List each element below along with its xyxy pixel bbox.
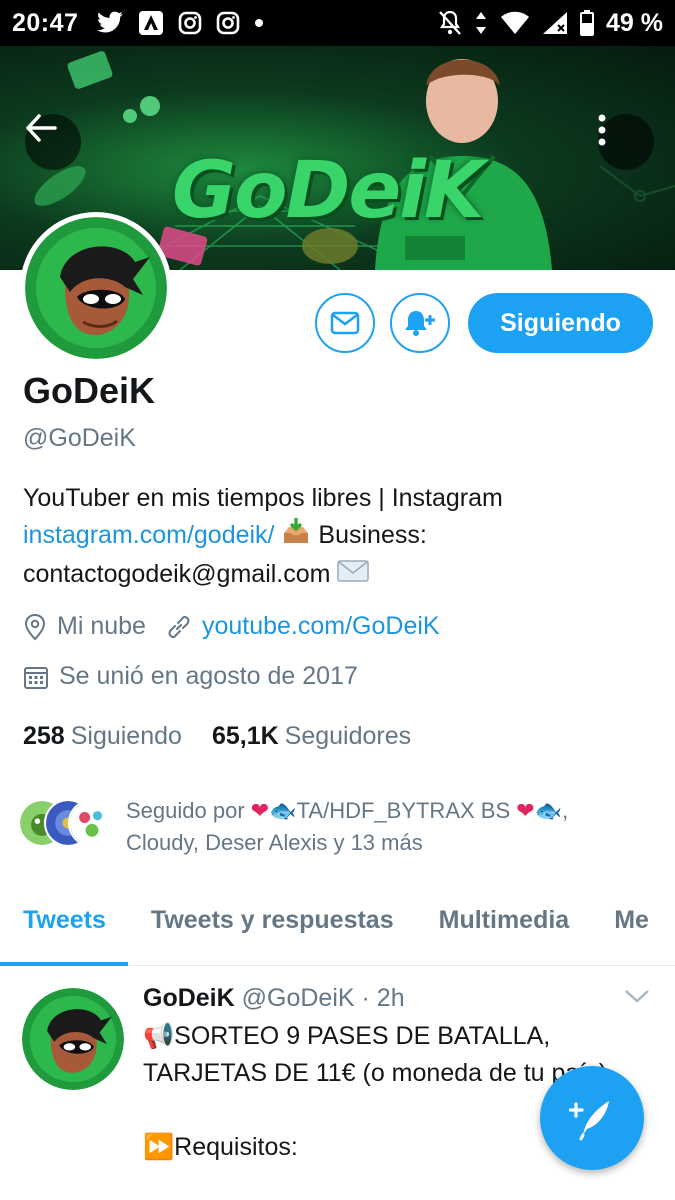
megaphone-icon: 📢	[143, 1022, 175, 1050]
profile-bio: YouTuber en mis tiempos libres | Instagr…	[23, 480, 653, 594]
following-count: 258	[23, 722, 65, 750]
followed-by-text: Seguido por ❤🐟TA/HDF_BYTRAX BS ❤🐟, Cloud…	[126, 798, 569, 855]
profile-joined-date: Se unió en agosto de 2017	[59, 662, 358, 690]
follower-avatar-3	[68, 799, 116, 847]
more-options-button[interactable]	[598, 114, 654, 170]
bell-plus-icon	[405, 311, 435, 336]
tweet-requisitos: Requisitos:	[174, 1133, 298, 1161]
tweet-avatar-image	[22, 988, 124, 1090]
followed-by-avatars	[18, 795, 118, 847]
following-button[interactable]: Siguiendo	[468, 293, 653, 353]
signal-icon	[542, 11, 568, 35]
envelope-emoji-icon	[337, 557, 370, 594]
followers-stat[interactable]: 65,1K Seguidores	[212, 722, 411, 751]
followed-by-prefix: Seguido por	[126, 798, 251, 823]
fish-icon: 🐟	[269, 798, 297, 823]
tab-media[interactable]: Multimedia	[416, 888, 592, 965]
more-notifications-dot-icon	[254, 18, 264, 28]
followers-label: Seguidores	[284, 722, 412, 750]
profile-meta-joined-row: Se unió en agosto de 2017	[23, 662, 358, 691]
tweet-text-main: SORTEO 9 PASES DE BATALLA, TARJETAS DE 1…	[143, 1022, 607, 1087]
tweet-header: GoDeiK @GoDeiK · 2h	[143, 984, 405, 1013]
avatar-image	[25, 217, 167, 359]
profile-tabs: Tweets Tweets y respuestas Multimedia Me	[0, 888, 675, 966]
notifications-toggle-button[interactable]	[390, 293, 450, 353]
tab-tweets[interactable]: Tweets	[0, 888, 128, 966]
app-notification-icon	[138, 10, 164, 36]
profile-name: GoDeiK	[23, 370, 156, 411]
link-icon	[166, 614, 192, 640]
status-bar: 20:47 49 %	[0, 0, 675, 46]
inbox-tray-icon	[281, 517, 311, 556]
calendar-icon	[23, 664, 49, 690]
following-stat[interactable]: 258 Siguiendo	[23, 722, 182, 751]
compose-tweet-button[interactable]	[540, 1066, 644, 1170]
arrow-left-icon	[26, 114, 57, 142]
fast-forward-icon: ⏩	[143, 1133, 175, 1161]
profile-stats: 258 Siguiendo 65,1K Seguidores	[23, 722, 411, 751]
bio-email: contactogodeik@gmail.com	[23, 560, 338, 588]
followed-by-section[interactable]: Seguido por ❤🐟TA/HDF_BYTRAX BS ❤🐟, Cloud…	[18, 795, 646, 859]
location-pin-icon	[23, 613, 47, 641]
bio-instagram-link[interactable]: instagram.com/godeik/	[23, 521, 275, 549]
status-time: 20:47	[12, 8, 79, 37]
fish-icon-2: 🐟	[534, 798, 563, 823]
instagram-notification-icon-2	[216, 11, 240, 35]
mute-icon	[438, 10, 462, 36]
tab-tweets-and-replies[interactable]: Tweets y respuestas	[128, 888, 416, 965]
followed-by-name: TA/HDF_BYTRAX BS	[296, 798, 517, 823]
red-heart-icon: ❤	[250, 798, 270, 823]
feather-plus-icon	[569, 1101, 609, 1141]
envelope-icon	[330, 311, 360, 335]
followed-by-rest: Cloudy, Deser Alexis y 13 más	[126, 830, 423, 855]
profile-avatar[interactable]	[20, 212, 172, 364]
profile-handle: @GoDeiK	[23, 424, 136, 452]
profile-meta-location-row: Mi nube youtube.com/GoDeiK	[23, 612, 440, 641]
profile-location: Mi nube	[57, 612, 146, 640]
banner-logo-text: GoDeiK	[172, 146, 484, 236]
tweet-author-avatar[interactable]	[22, 988, 124, 1090]
followers-count: 65,1K	[211, 722, 279, 750]
message-button[interactable]	[315, 293, 375, 353]
battery-percent: 49 %	[606, 8, 663, 37]
chevron-down-icon	[625, 990, 649, 1003]
bio-line-1: YouTuber en mis tiempos libres | Instagr…	[23, 484, 503, 512]
tab-likes[interactable]: Me	[591, 888, 671, 965]
tweet-time: · 2h	[361, 984, 405, 1012]
tweet-author-name: GoDeiK	[143, 984, 235, 1012]
data-transfer-icon	[474, 11, 488, 35]
bio-business-label: Business:	[311, 521, 427, 550]
back-button[interactable]	[25, 114, 81, 170]
tweet-menu-button[interactable]	[624, 988, 650, 1009]
profile-website-link[interactable]: youtube.com/GoDeiK	[202, 612, 440, 641]
tweet-author-handle: @GoDeiK	[241, 984, 355, 1012]
following-label: Siguiendo	[70, 722, 182, 750]
wifi-icon	[500, 11, 530, 35]
red-heart-icon-2: ❤	[516, 798, 535, 823]
more-vertical-icon	[598, 114, 606, 146]
instagram-notification-icon	[178, 11, 202, 35]
battery-icon	[580, 10, 595, 36]
twitter-notification-icon	[96, 11, 124, 35]
